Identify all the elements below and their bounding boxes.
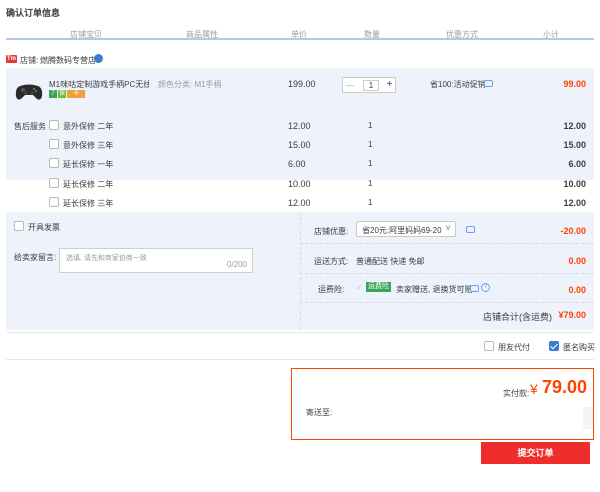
insurance-amount: 0.00 xyxy=(568,285,586,295)
aftersale-name: 延长保修 二年 xyxy=(63,180,114,189)
paid-amount: 79.00 xyxy=(542,377,588,397)
aftersale-price: 15.00 xyxy=(288,140,311,150)
options-divider xyxy=(300,273,594,274)
insurance-tag: 运费险 xyxy=(366,282,391,292)
aftersale-subtotal: 12.00 xyxy=(563,121,586,131)
aftersale-name: 意外保修 二年 xyxy=(63,122,114,131)
options-divider xyxy=(300,243,594,244)
product-promo: 省100:活动促销 xyxy=(430,80,486,89)
quantity-input[interactable]: 1 xyxy=(363,80,379,91)
promo-info-icon[interactable] xyxy=(484,80,493,87)
order-summary-box: 实付款: ¥ 79.00 寄送至: xyxy=(291,368,594,440)
aftersale-label: 售后服务 xyxy=(14,122,46,131)
friend-pay-label: 朋友代付 xyxy=(498,343,530,352)
insurance-label: 运费险: xyxy=(318,285,345,294)
product-price: 199.00 xyxy=(288,79,316,89)
quantity-increase-button[interactable]: + xyxy=(383,78,396,92)
product-thumbnail[interactable] xyxy=(14,80,44,104)
product-subtotal: 99.00 xyxy=(563,79,586,89)
shop-label: 店铺: xyxy=(20,56,39,65)
aftersale-price: 12.00 xyxy=(288,198,311,208)
quantity-decrease-button[interactable]: — xyxy=(343,78,357,92)
anonymous-checkbox[interactable] xyxy=(549,341,559,351)
shop-total-amount: ¥79.00 xyxy=(558,310,586,320)
invoice-checkbox[interactable] xyxy=(14,221,24,231)
aftersale-qty: 1 xyxy=(368,159,373,168)
aftersale-qty: 1 xyxy=(368,198,373,207)
aftersale-checkbox[interactable] xyxy=(49,120,59,130)
divider xyxy=(6,359,594,360)
chevron-down-icon: ∨ xyxy=(445,223,451,232)
aftersale-price: 6.00 xyxy=(288,159,306,169)
scroll-handle[interactable] xyxy=(583,407,593,429)
insurance-chat-icon[interactable] xyxy=(470,285,479,292)
aftersale-price: 12.00 xyxy=(288,121,311,131)
aftersale-name: 延长保修 一年 xyxy=(63,160,114,169)
aftersale-checkbox[interactable] xyxy=(49,197,59,207)
quantity-stepper[interactable]: — 1 + xyxy=(342,77,396,93)
service-badge-warranty-icon: 保 xyxy=(58,90,66,98)
aftersale-checkbox[interactable] xyxy=(49,158,59,168)
header-divider xyxy=(6,38,594,40)
shop-discount-label: 店铺优惠: xyxy=(314,227,349,236)
message-textarea[interactable]: 选填, 请先和商家协商一致 0/200 xyxy=(59,248,253,273)
service-badges: 7 保 卡 xyxy=(49,90,85,98)
page-title: 确认订单信息 xyxy=(6,8,61,18)
divider xyxy=(6,332,594,333)
aftersale-subtotal: 10.00 xyxy=(563,179,586,189)
aftersale-qty: 1 xyxy=(368,179,373,188)
aftersale-qty: 1 xyxy=(368,121,373,130)
options-divider xyxy=(300,302,594,303)
aftersale-subtotal: 6.00 xyxy=(568,159,586,169)
product-title[interactable]: M1咪咕定制游戏手柄PC无线2... xyxy=(49,79,149,90)
message-counter: 0/200 xyxy=(226,260,247,269)
shipping-label: 运送方式: xyxy=(314,257,349,266)
service-badge-7-day-icon: 7 xyxy=(49,90,57,98)
message-label: 给卖家留言: xyxy=(14,253,57,262)
aftersale-subtotal: 15.00 xyxy=(563,140,586,150)
aftersale-subtotal: 12.00 xyxy=(563,198,586,208)
service-badge-card-icon: 卡 xyxy=(67,90,85,98)
discount-info-icon[interactable] xyxy=(466,226,475,233)
invoice-label: 开具发票 xyxy=(28,223,60,232)
ship-to-label: 寄送至: xyxy=(306,408,333,417)
aftersale-price: 10.00 xyxy=(288,179,311,189)
tmall-badge-icon: Tm xyxy=(6,55,17,63)
aftersale-name: 意外保修 三年 xyxy=(63,141,114,150)
wangwang-chat-icon[interactable] xyxy=(94,54,103,63)
shop-discount-amount: -20.00 xyxy=(560,226,586,236)
aftersale-qty: 1 xyxy=(368,140,373,149)
shipping-value: 普通配送 快递 免邮 xyxy=(356,257,425,266)
gamepad-icon xyxy=(15,84,43,100)
shop-discount-value: 省20元:阿里妈妈69-20 xyxy=(362,226,442,235)
shop-name[interactable]: 燃腾数码专营店 xyxy=(40,55,96,66)
submit-order-button[interactable]: 提交订单 xyxy=(481,442,590,464)
aftersale-checkbox[interactable] xyxy=(49,139,59,149)
message-placeholder: 选填, 请先和商家协商一致 xyxy=(66,255,147,262)
paid-currency: ¥ xyxy=(530,381,538,397)
shop-total-label: 店铺合计(含运费) xyxy=(483,312,552,322)
shipping-amount: 0.00 xyxy=(568,256,586,266)
paid-label: 实付款: xyxy=(503,389,530,398)
shop-discount-select[interactable]: 省20元:阿里妈妈69-20 ∨ xyxy=(356,221,456,237)
checkmark-icon: ✓ xyxy=(356,283,363,292)
insurance-text: 卖家赠送, 退换货可赔 xyxy=(396,285,473,294)
aftersale-checkbox[interactable] xyxy=(49,178,59,188)
question-icon[interactable]: ? xyxy=(481,283,490,292)
product-attribute: 颜色分类: M1手柄 xyxy=(158,80,222,89)
aftersale-name: 延长保修 三年 xyxy=(63,199,114,208)
friend-pay-checkbox[interactable] xyxy=(484,341,494,351)
anonymous-label: 匿名购买 xyxy=(563,343,595,352)
